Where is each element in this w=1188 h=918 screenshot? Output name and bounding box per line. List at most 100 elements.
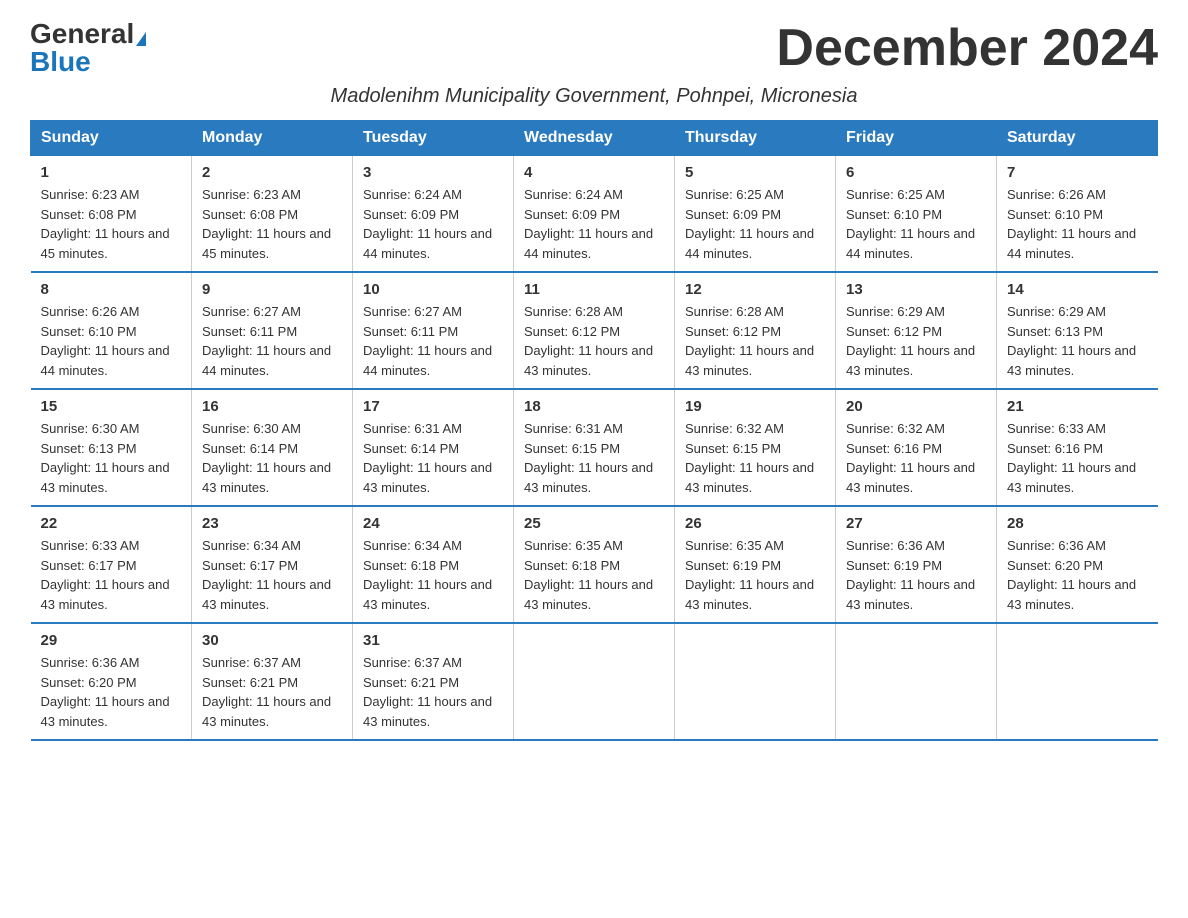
calendar-cell bbox=[997, 623, 1158, 740]
day-info: Sunrise: 6:26 AMSunset: 6:10 PMDaylight:… bbox=[1007, 187, 1136, 261]
day-info: Sunrise: 6:36 AMSunset: 6:20 PMDaylight:… bbox=[1007, 538, 1136, 612]
calendar-cell: 5 Sunrise: 6:25 AMSunset: 6:09 PMDayligh… bbox=[675, 156, 836, 273]
column-header-friday: Friday bbox=[836, 121, 997, 156]
calendar-cell: 30 Sunrise: 6:37 AMSunset: 6:21 PMDaylig… bbox=[192, 623, 353, 740]
column-header-saturday: Saturday bbox=[997, 121, 1158, 156]
day-info: Sunrise: 6:36 AMSunset: 6:19 PMDaylight:… bbox=[846, 538, 975, 612]
calendar-cell: 8 Sunrise: 6:26 AMSunset: 6:10 PMDayligh… bbox=[31, 272, 192, 389]
day-number: 20 bbox=[846, 398, 986, 415]
calendar-cell: 23 Sunrise: 6:34 AMSunset: 6:17 PMDaylig… bbox=[192, 506, 353, 623]
day-info: Sunrise: 6:27 AMSunset: 6:11 PMDaylight:… bbox=[202, 304, 331, 378]
calendar-cell: 10 Sunrise: 6:27 AMSunset: 6:11 PMDaylig… bbox=[353, 272, 514, 389]
calendar-cell: 18 Sunrise: 6:31 AMSunset: 6:15 PMDaylig… bbox=[514, 389, 675, 506]
calendar-cell: 12 Sunrise: 6:28 AMSunset: 6:12 PMDaylig… bbox=[675, 272, 836, 389]
page-header: General Blue December 2024 bbox=[30, 20, 1158, 77]
calendar-cell: 3 Sunrise: 6:24 AMSunset: 6:09 PMDayligh… bbox=[353, 156, 514, 273]
week-row-2: 8 Sunrise: 6:26 AMSunset: 6:10 PMDayligh… bbox=[31, 272, 1158, 389]
calendar-cell: 17 Sunrise: 6:31 AMSunset: 6:14 PMDaylig… bbox=[353, 389, 514, 506]
day-number: 26 bbox=[685, 515, 825, 532]
day-number: 13 bbox=[846, 281, 986, 298]
day-number: 5 bbox=[685, 164, 825, 181]
page-subtitle: Madolenihm Municipality Government, Pohn… bbox=[30, 85, 1158, 108]
day-number: 31 bbox=[363, 632, 503, 649]
column-header-tuesday: Tuesday bbox=[353, 121, 514, 156]
calendar-cell: 15 Sunrise: 6:30 AMSunset: 6:13 PMDaylig… bbox=[31, 389, 192, 506]
calendar-cell: 16 Sunrise: 6:30 AMSunset: 6:14 PMDaylig… bbox=[192, 389, 353, 506]
calendar-cell bbox=[675, 623, 836, 740]
day-number: 8 bbox=[41, 281, 182, 298]
day-info: Sunrise: 6:31 AMSunset: 6:15 PMDaylight:… bbox=[524, 421, 653, 495]
calendar-cell: 7 Sunrise: 6:26 AMSunset: 6:10 PMDayligh… bbox=[997, 156, 1158, 273]
day-info: Sunrise: 6:37 AMSunset: 6:21 PMDaylight:… bbox=[363, 655, 492, 729]
day-info: Sunrise: 6:29 AMSunset: 6:13 PMDaylight:… bbox=[1007, 304, 1136, 378]
day-info: Sunrise: 6:32 AMSunset: 6:15 PMDaylight:… bbox=[685, 421, 814, 495]
day-number: 30 bbox=[202, 632, 342, 649]
logo: General Blue bbox=[30, 20, 146, 76]
day-info: Sunrise: 6:36 AMSunset: 6:20 PMDaylight:… bbox=[41, 655, 170, 729]
day-info: Sunrise: 6:34 AMSunset: 6:18 PMDaylight:… bbox=[363, 538, 492, 612]
calendar-header-row: SundayMondayTuesdayWednesdayThursdayFrid… bbox=[31, 121, 1158, 156]
day-number: 3 bbox=[363, 164, 503, 181]
logo-triangle-icon bbox=[136, 32, 146, 46]
day-info: Sunrise: 6:25 AMSunset: 6:09 PMDaylight:… bbox=[685, 187, 814, 261]
logo-general-text: General bbox=[30, 18, 134, 49]
day-info: Sunrise: 6:24 AMSunset: 6:09 PMDaylight:… bbox=[524, 187, 653, 261]
day-info: Sunrise: 6:23 AMSunset: 6:08 PMDaylight:… bbox=[41, 187, 170, 261]
calendar-cell: 11 Sunrise: 6:28 AMSunset: 6:12 PMDaylig… bbox=[514, 272, 675, 389]
calendar-cell: 31 Sunrise: 6:37 AMSunset: 6:21 PMDaylig… bbox=[353, 623, 514, 740]
day-info: Sunrise: 6:29 AMSunset: 6:12 PMDaylight:… bbox=[846, 304, 975, 378]
day-info: Sunrise: 6:33 AMSunset: 6:16 PMDaylight:… bbox=[1007, 421, 1136, 495]
day-info: Sunrise: 6:28 AMSunset: 6:12 PMDaylight:… bbox=[524, 304, 653, 378]
day-info: Sunrise: 6:26 AMSunset: 6:10 PMDaylight:… bbox=[41, 304, 170, 378]
day-info: Sunrise: 6:28 AMSunset: 6:12 PMDaylight:… bbox=[685, 304, 814, 378]
column-header-monday: Monday bbox=[192, 121, 353, 156]
day-number: 11 bbox=[524, 281, 664, 298]
calendar-cell: 27 Sunrise: 6:36 AMSunset: 6:19 PMDaylig… bbox=[836, 506, 997, 623]
day-number: 21 bbox=[1007, 398, 1148, 415]
day-number: 24 bbox=[363, 515, 503, 532]
column-header-sunday: Sunday bbox=[31, 121, 192, 156]
calendar-cell: 6 Sunrise: 6:25 AMSunset: 6:10 PMDayligh… bbox=[836, 156, 997, 273]
calendar-cell: 9 Sunrise: 6:27 AMSunset: 6:11 PMDayligh… bbox=[192, 272, 353, 389]
day-number: 12 bbox=[685, 281, 825, 298]
day-info: Sunrise: 6:30 AMSunset: 6:14 PMDaylight:… bbox=[202, 421, 331, 495]
week-row-3: 15 Sunrise: 6:30 AMSunset: 6:13 PMDaylig… bbox=[31, 389, 1158, 506]
logo-top: General bbox=[30, 20, 146, 48]
day-info: Sunrise: 6:30 AMSunset: 6:13 PMDaylight:… bbox=[41, 421, 170, 495]
day-number: 22 bbox=[41, 515, 182, 532]
calendar-cell: 22 Sunrise: 6:33 AMSunset: 6:17 PMDaylig… bbox=[31, 506, 192, 623]
calendar-table: SundayMondayTuesdayWednesdayThursdayFrid… bbox=[30, 120, 1158, 741]
calendar-cell: 24 Sunrise: 6:34 AMSunset: 6:18 PMDaylig… bbox=[353, 506, 514, 623]
calendar-cell: 2 Sunrise: 6:23 AMSunset: 6:08 PMDayligh… bbox=[192, 156, 353, 273]
column-header-thursday: Thursday bbox=[675, 121, 836, 156]
column-header-wednesday: Wednesday bbox=[514, 121, 675, 156]
logo-blue-text: Blue bbox=[30, 48, 91, 76]
calendar-cell: 1 Sunrise: 6:23 AMSunset: 6:08 PMDayligh… bbox=[31, 156, 192, 273]
day-info: Sunrise: 6:25 AMSunset: 6:10 PMDaylight:… bbox=[846, 187, 975, 261]
week-row-1: 1 Sunrise: 6:23 AMSunset: 6:08 PMDayligh… bbox=[31, 156, 1158, 273]
day-number: 1 bbox=[41, 164, 182, 181]
calendar-cell bbox=[514, 623, 675, 740]
calendar-cell: 19 Sunrise: 6:32 AMSunset: 6:15 PMDaylig… bbox=[675, 389, 836, 506]
day-info: Sunrise: 6:35 AMSunset: 6:19 PMDaylight:… bbox=[685, 538, 814, 612]
day-number: 29 bbox=[41, 632, 182, 649]
day-number: 6 bbox=[846, 164, 986, 181]
day-number: 28 bbox=[1007, 515, 1148, 532]
calendar-cell bbox=[836, 623, 997, 740]
calendar-cell: 29 Sunrise: 6:36 AMSunset: 6:20 PMDaylig… bbox=[31, 623, 192, 740]
day-number: 4 bbox=[524, 164, 664, 181]
day-number: 25 bbox=[524, 515, 664, 532]
calendar-cell: 26 Sunrise: 6:35 AMSunset: 6:19 PMDaylig… bbox=[675, 506, 836, 623]
week-row-5: 29 Sunrise: 6:36 AMSunset: 6:20 PMDaylig… bbox=[31, 623, 1158, 740]
day-number: 9 bbox=[202, 281, 342, 298]
day-number: 18 bbox=[524, 398, 664, 415]
calendar-cell: 13 Sunrise: 6:29 AMSunset: 6:12 PMDaylig… bbox=[836, 272, 997, 389]
day-number: 10 bbox=[363, 281, 503, 298]
calendar-cell: 28 Sunrise: 6:36 AMSunset: 6:20 PMDaylig… bbox=[997, 506, 1158, 623]
calendar-cell: 25 Sunrise: 6:35 AMSunset: 6:18 PMDaylig… bbox=[514, 506, 675, 623]
day-info: Sunrise: 6:37 AMSunset: 6:21 PMDaylight:… bbox=[202, 655, 331, 729]
day-number: 14 bbox=[1007, 281, 1148, 298]
day-number: 7 bbox=[1007, 164, 1148, 181]
day-number: 2 bbox=[202, 164, 342, 181]
day-number: 27 bbox=[846, 515, 986, 532]
